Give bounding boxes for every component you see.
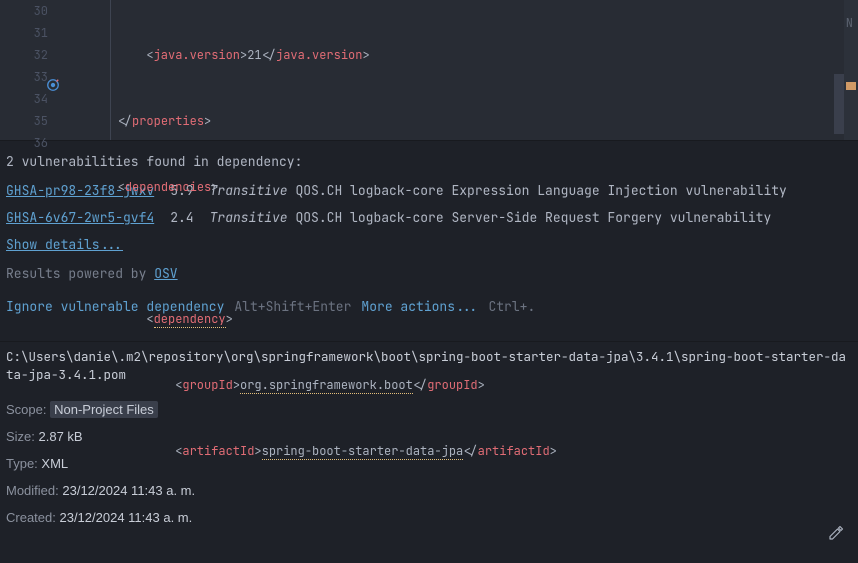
target-icon[interactable] [46, 78, 60, 92]
minimap-label: N [846, 15, 853, 31]
line-number: 32 [0, 44, 48, 66]
line-number: 35 [0, 110, 48, 132]
created-value: 23/12/2024 11:43 a. m. [59, 510, 192, 525]
line-number: 31 [0, 22, 48, 44]
edit-icon[interactable] [828, 525, 844, 541]
scrollbar-thumb[interactable] [834, 74, 844, 134]
modified-label: Modified: [6, 483, 62, 498]
size-label: Size: [6, 429, 39, 444]
line-number: 36 [0, 132, 48, 154]
code-editor[interactable]: 30 31 32 33 34 35 36 <java.version>21</j… [0, 0, 858, 140]
line-number-gutter: 30 31 32 33 34 35 36 [0, 0, 60, 140]
line-number: 34 [0, 88, 48, 110]
line-number: 33 [0, 66, 48, 88]
code-content[interactable]: <java.version>21</java.version> </proper… [60, 0, 858, 140]
line-number: 30 [0, 0, 48, 22]
type-label: Type: [6, 456, 41, 471]
scope-label: Scope: [6, 402, 50, 417]
scrollbar-warning-marker[interactable] [846, 82, 856, 90]
created-row: Created: 23/12/2024 11:43 a. m. [6, 510, 852, 525]
created-label: Created: [6, 510, 59, 525]
